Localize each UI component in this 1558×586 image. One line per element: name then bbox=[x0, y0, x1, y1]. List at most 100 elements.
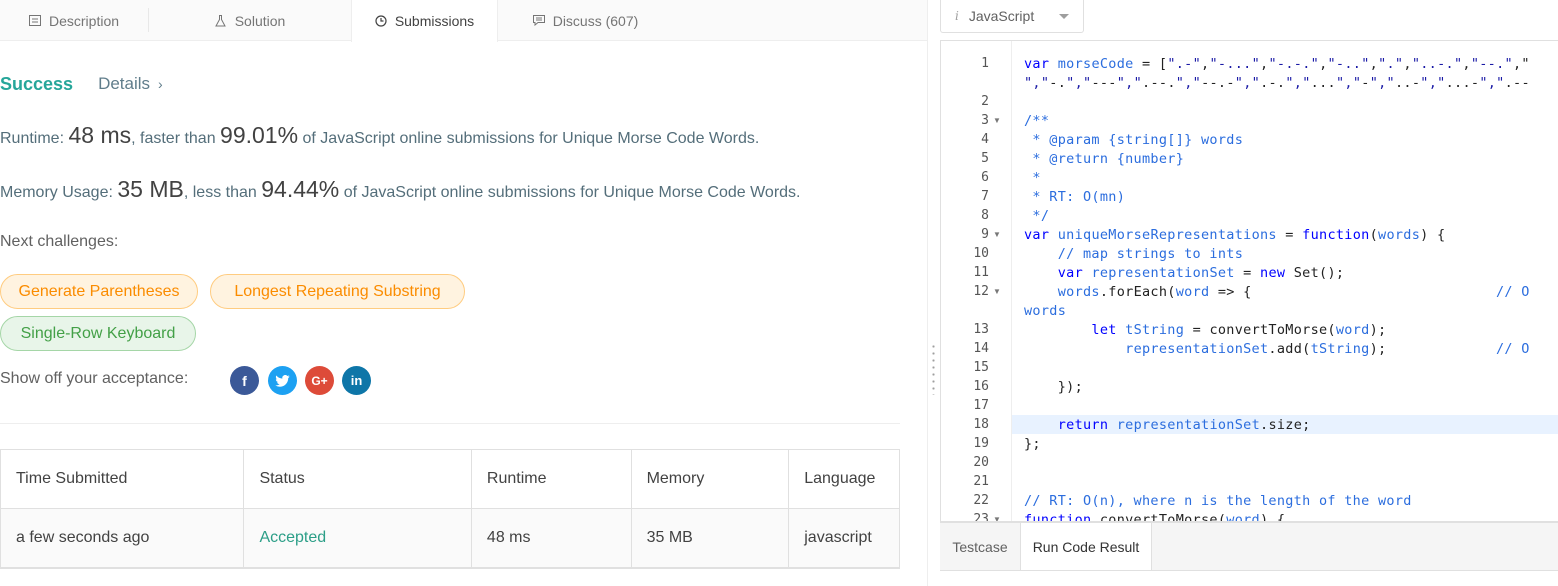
header-runtime: Runtime bbox=[472, 450, 632, 508]
tab-run-code-result[interactable]: Run Code Result bbox=[1020, 523, 1152, 571]
code-line: // map strings to ints bbox=[1024, 246, 1244, 262]
header-status: Status bbox=[244, 450, 472, 508]
code-line: * @return {number} bbox=[1024, 151, 1185, 167]
cell-language: javascript bbox=[804, 529, 872, 546]
clock-icon bbox=[375, 15, 387, 27]
language-value: JavaScript bbox=[968, 8, 1035, 24]
google-plus-icon[interactable]: G+ bbox=[305, 366, 334, 395]
line-number: 21 bbox=[973, 474, 989, 489]
header-memory: Memory bbox=[632, 450, 790, 508]
memory-mid: , less than bbox=[183, 184, 262, 201]
next-challenges-label: Next challenges: bbox=[0, 233, 119, 250]
code-editor[interactable]: 1 var morseCode = [".-","-...","-.-.","-.… bbox=[940, 40, 1558, 522]
linkedin-icon[interactable]: in bbox=[342, 366, 371, 395]
code-line: // RT: O(n), where n is the length of th… bbox=[1024, 493, 1412, 509]
line-number: 20 bbox=[973, 455, 989, 470]
result-header: Success Details › bbox=[0, 70, 163, 98]
line-number: 8 bbox=[981, 208, 989, 223]
divider bbox=[0, 423, 900, 424]
runtime-mid: , faster than bbox=[131, 130, 221, 147]
line-number: 1 bbox=[981, 56, 989, 71]
details-link[interactable]: Details › bbox=[98, 74, 163, 94]
header-time-submitted: Time Submitted bbox=[1, 450, 245, 508]
memory-stat: Memory Usage: 35 MB, less than 94.44% of… bbox=[0, 176, 801, 203]
code-line: * RT: O(mn) bbox=[1024, 189, 1126, 205]
code-line: representationSet.add(tString); // O bbox=[1125, 341, 1530, 357]
tab-testcase[interactable]: Testcase bbox=[940, 523, 1020, 571]
language-select[interactable]: i JavaScript bbox=[940, 0, 1084, 33]
line-number: 14 bbox=[973, 341, 989, 356]
header-language: Language bbox=[804, 470, 876, 487]
accepted-link[interactable]: Accepted bbox=[259, 529, 326, 547]
code-line: */ bbox=[1024, 208, 1050, 224]
code-line: ","-.","---",".--.","--.-",".-.","...","… bbox=[1024, 75, 1530, 91]
tab-discuss[interactable]: Discuss (607) bbox=[498, 0, 673, 41]
tab-description-label: Description bbox=[48, 12, 120, 29]
line-number: 7 bbox=[981, 189, 989, 204]
chat-icon bbox=[532, 15, 545, 27]
memory-percentile: 94.44% bbox=[261, 176, 340, 202]
submissions-table: Time Submitted Status Runtime Memory Lan… bbox=[0, 449, 900, 569]
line-number: 11 bbox=[973, 265, 989, 280]
challenge-generate-parentheses[interactable]: Generate Parentheses bbox=[0, 274, 198, 309]
info-icon: i bbox=[955, 9, 959, 23]
line-number: 18 bbox=[973, 417, 989, 432]
code-line: /** bbox=[1024, 113, 1050, 129]
code-line: }; bbox=[1024, 436, 1041, 452]
tab-submissions[interactable]: Submissions bbox=[351, 0, 498, 42]
code-line: * @param {string[]} words bbox=[1024, 132, 1244, 148]
line-number: 15 bbox=[973, 360, 989, 375]
runtime-value: 48 ms bbox=[68, 122, 132, 148]
challenge-single-row-keyboard[interactable]: Single-Row Keyboard bbox=[0, 316, 196, 351]
left-panel: Description Solution Submissions Discuss… bbox=[0, 0, 927, 586]
flask-icon bbox=[215, 14, 227, 27]
memory-tail: of JavaScript online submissions for Uni… bbox=[339, 184, 801, 201]
runtime-label: Runtime: bbox=[0, 130, 69, 147]
code-line: function convertToMorse(word) { bbox=[1024, 512, 1286, 522]
line-number: 10 bbox=[973, 246, 989, 261]
tab-solution[interactable]: Solution bbox=[149, 0, 351, 41]
twitter-icon[interactable] bbox=[268, 366, 297, 395]
code-line: words bbox=[1024, 303, 1067, 319]
chevron-down-icon bbox=[1059, 14, 1069, 19]
challenge-longest-repeating-substring[interactable]: Longest Repeating Substring bbox=[210, 274, 465, 309]
line-number: 12 bbox=[973, 284, 989, 299]
fold-arrow-icon[interactable]: ▼ bbox=[993, 515, 1001, 521]
fold-arrow-icon[interactable]: ▼ bbox=[993, 230, 1001, 239]
tab-discuss-label: Discuss (607) bbox=[552, 12, 639, 29]
description-icon bbox=[28, 15, 41, 27]
drag-handle-icon[interactable] bbox=[932, 343, 935, 395]
details-label: Details bbox=[98, 74, 151, 93]
line-number: 19 bbox=[973, 436, 989, 451]
fold-arrow-icon[interactable]: ▼ bbox=[993, 287, 1001, 296]
line-number: 17 bbox=[973, 398, 989, 413]
tab-description[interactable]: Description bbox=[0, 0, 148, 41]
line-number: 2 bbox=[981, 94, 989, 109]
tab-solution-label: Solution bbox=[234, 12, 286, 29]
code-line: }); bbox=[1024, 379, 1083, 395]
fold-arrow-icon[interactable]: ▼ bbox=[993, 116, 1001, 125]
facebook-icon[interactable]: f bbox=[230, 366, 259, 395]
chevron-right-icon: › bbox=[158, 76, 163, 92]
line-number: 13 bbox=[973, 322, 989, 337]
cell-time-submitted: a few seconds ago bbox=[1, 509, 245, 567]
tab-bar: Description Solution Submissions Discuss… bbox=[0, 0, 927, 42]
code-line: var morseCode = [".-","-...","-.-.","-..… bbox=[1024, 56, 1530, 72]
code-line: let tString = convertToMorse(word); bbox=[1091, 322, 1387, 338]
table-header: Time Submitted Status Runtime Memory Lan… bbox=[1, 450, 899, 509]
cell-memory: 35 MB bbox=[632, 509, 790, 567]
memory-label: Memory Usage: bbox=[0, 184, 118, 201]
line-number: 6 bbox=[981, 170, 989, 185]
memory-value: 35 MB bbox=[117, 176, 184, 202]
line-number: 22 bbox=[973, 493, 989, 508]
cell-status: Accepted bbox=[244, 509, 472, 567]
runtime-stat: Runtime: 48 ms, faster than 99.01% of Ja… bbox=[0, 122, 759, 149]
panel-splitter[interactable] bbox=[927, 0, 939, 586]
code-panel: i JavaScript 1 var morseCode = [".-","-..… bbox=[939, 0, 1558, 586]
line-number: 5 bbox=[981, 151, 989, 166]
console-tabs: Testcase Run Code Result bbox=[940, 522, 1558, 571]
tab-submissions-label: Submissions bbox=[394, 13, 475, 29]
line-number: 9 bbox=[981, 227, 989, 242]
code-line: * bbox=[1024, 170, 1041, 186]
runtime-percentile: 99.01% bbox=[220, 122, 299, 148]
